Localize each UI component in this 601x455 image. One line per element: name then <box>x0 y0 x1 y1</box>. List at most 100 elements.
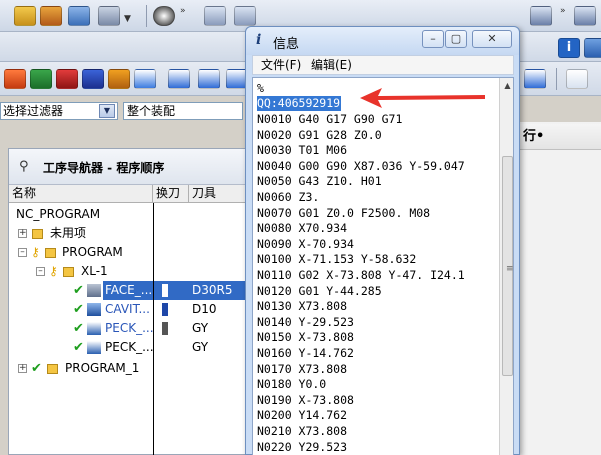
code-line: N0010 G40 G17 G90 G71 <box>257 112 403 126</box>
tree-row-selected[interactable]: ✔ FACE_... D30R5 <box>9 281 247 300</box>
selection-bar: 选择过滤器 ▼ 整个装配 <box>0 100 245 122</box>
close-button[interactable]: ✕ <box>472 30 512 48</box>
annotation-arrow-shape <box>360 88 485 108</box>
assembly-select[interactable]: 整个装配 <box>123 102 243 120</box>
navigator-icon: ⚲ <box>19 159 29 174</box>
right-column-header: 行• <box>517 124 601 150</box>
tool-label: GY <box>192 340 209 354</box>
op-icon-10[interactable] <box>524 69 546 89</box>
tree-row[interactable]: + 未用项 <box>9 224 247 243</box>
op-icon-3[interactable] <box>56 69 78 89</box>
view-icon[interactable] <box>530 6 552 26</box>
vertical-scrollbar[interactable]: ▲ ≡ <box>499 78 513 455</box>
info-icon: i <box>256 32 262 48</box>
tool-change-icon <box>162 322 168 335</box>
help-icon[interactable]: i <box>558 38 580 58</box>
tool-label: D30R5 <box>189 281 247 300</box>
chevron-down-icon[interactable]: ▼ <box>124 14 131 24</box>
csys-icon[interactable] <box>204 6 226 26</box>
tree-row[interactable]: + ✔ PROGRAM_1 <box>9 359 247 378</box>
tree-item-label: CAVIT... <box>105 302 150 316</box>
select-arrow-icon[interactable] <box>566 69 588 89</box>
collapse-icon[interactable]: – <box>18 248 27 257</box>
window-title: 信息 <box>273 37 300 52</box>
code-line: N0200 Y14.762 <box>257 408 348 423</box>
tree-item-label: PECK_... <box>105 340 154 354</box>
scroll-thumb[interactable]: ≡ <box>502 156 513 376</box>
op-icon-2[interactable] <box>30 69 52 89</box>
code-line: N0140 Y-29.523 <box>257 314 354 329</box>
tree-item-label: XL-1 <box>81 264 108 278</box>
op-icon-4[interactable] <box>82 69 104 89</box>
info-title-bar[interactable]: i 信息 – ▢ ✕ <box>246 27 519 55</box>
expand-icon[interactable]: + <box>18 364 27 373</box>
tool-change-icon <box>162 284 168 297</box>
folder-icon <box>47 364 58 374</box>
column-header-toolchange[interactable]: 换刀 <box>153 185 189 203</box>
chevron-down-icon[interactable]: ▼ <box>99 104 115 118</box>
scroll-up-icon[interactable]: ▲ <box>500 78 513 93</box>
op-icon-6[interactable] <box>134 69 156 89</box>
tree-row[interactable]: – ⚷ PROGRAM <box>9 243 247 262</box>
menu-edit[interactable]: 编辑(E) <box>307 56 356 74</box>
column-divider <box>153 203 154 455</box>
code-line: N0050 G43 Z10. H01 <box>257 174 382 189</box>
qq-line-highlighted[interactable]: QQ:406592919 <box>257 96 342 111</box>
settings-icon[interactable] <box>584 38 601 58</box>
check-icon: ✔ <box>73 302 84 317</box>
op-icon-8[interactable] <box>198 69 220 89</box>
more-icon[interactable]: » <box>180 6 186 16</box>
op-icon-5[interactable] <box>108 69 130 89</box>
navigator-title: 工序导航器 - 程序顺序 <box>43 161 165 175</box>
tree-item-label: 未用项 <box>50 226 87 240</box>
tree-row[interactable]: ✔ CAVIT... D10 <box>9 300 247 319</box>
format-icon[interactable] <box>574 6 596 26</box>
restore-button[interactable]: ▢ <box>445 30 467 48</box>
check-icon: ✔ <box>73 321 84 336</box>
code-line: N0180 Y0.0 <box>257 377 327 392</box>
grip-icon: ≡ <box>506 264 514 274</box>
tool-change-icon <box>162 303 168 316</box>
tree-row[interactable]: NC_PROGRAM <box>9 205 247 224</box>
surface-icon[interactable] <box>68 6 90 26</box>
tree-row[interactable]: ✔ PECK_... GY <box>9 338 247 357</box>
tool-icon[interactable] <box>98 6 120 26</box>
part-icon[interactable] <box>40 6 62 26</box>
more-icon-right[interactable]: » <box>560 6 566 16</box>
code-line: N0150 X-73.808 <box>257 330 354 345</box>
minimize-button[interactable]: – <box>422 30 444 48</box>
expand-icon[interactable]: + <box>18 229 27 238</box>
tree-item-label: NC_PROGRAM <box>16 207 101 221</box>
code-line: N0130 X73.808 <box>257 299 348 314</box>
menu-file[interactable]: 文件(F) <box>257 56 305 74</box>
column-header-tool[interactable]: 刀具 <box>189 185 247 203</box>
axis-icon[interactable] <box>14 6 36 26</box>
info-text-area[interactable]: % QQ:406592919 N0010 G40 G17 G90 G71 N002… <box>252 77 514 455</box>
tree-row[interactable]: ✔ PECK_... GY <box>9 319 247 338</box>
tree-item-label: PECK_... <box>105 321 154 335</box>
code-line: N0120 G01 Y-44.285 <box>257 283 382 298</box>
wcs-icon[interactable] <box>234 6 256 26</box>
rotate-icon[interactable] <box>153 6 175 26</box>
code-line: N0080 X70.934 <box>257 221 348 236</box>
code-line: N0030 T01 M06 <box>257 143 348 158</box>
code-line: N0220 Y29.523 <box>257 439 348 454</box>
code-line: N0110 G02 X-73.808 Y-47. I24.1 <box>257 268 465 282</box>
selection-fill <box>153 281 189 300</box>
code-line: N0190 X-73.808 <box>257 392 354 407</box>
column-header-name[interactable]: 名称 <box>9 185 153 203</box>
annotation-arrow <box>360 88 485 108</box>
filter-label: 选择过滤器 <box>3 104 64 118</box>
collapse-icon[interactable]: – <box>36 267 45 276</box>
folder-icon <box>32 229 43 239</box>
op-icon-7[interactable] <box>168 69 190 89</box>
tree-row[interactable]: – ⚷ XL-1 <box>9 262 247 281</box>
navigator-title-bar: ⚲ 工序导航器 - 程序顺序 <box>9 149 247 185</box>
menu-bar: 文件(F) 编辑(E) <box>252 55 514 75</box>
check-icon: ✔ <box>31 361 42 376</box>
right-panel <box>517 122 601 455</box>
op-icon-1[interactable] <box>4 69 26 89</box>
key-icon: ⚷ <box>49 264 58 278</box>
drill-icon <box>87 322 101 335</box>
code-line: N0160 Y-14.762 <box>257 346 354 360</box>
